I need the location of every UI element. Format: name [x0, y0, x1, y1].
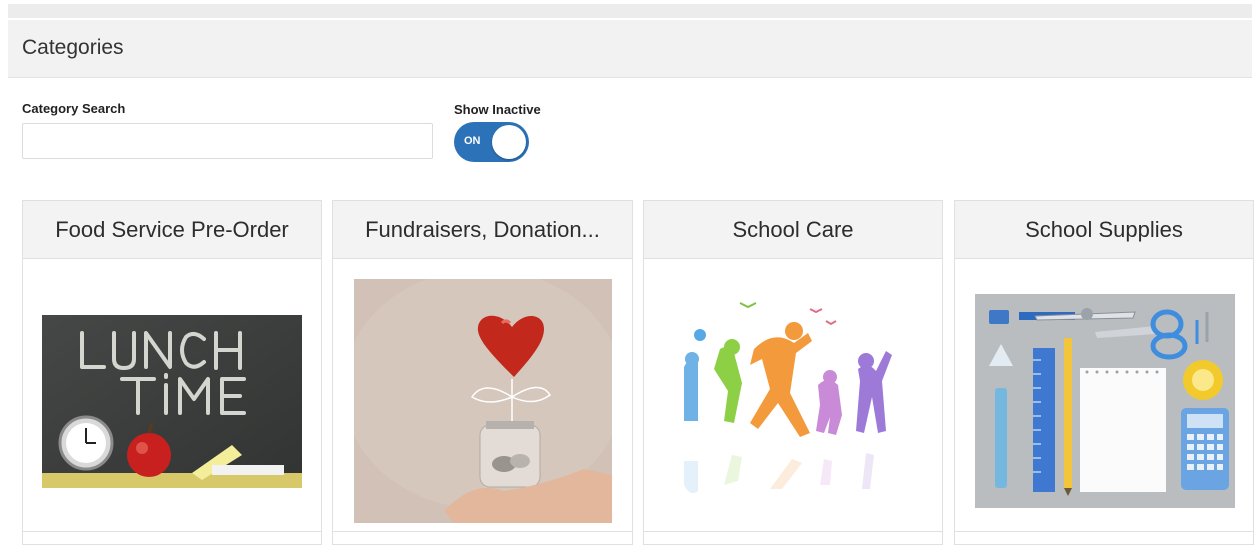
category-card-title: School Care [644, 201, 942, 259]
lunch-time-image [42, 315, 302, 488]
toggle-knob [492, 125, 526, 159]
show-inactive-toggle[interactable]: ON [454, 122, 529, 162]
category-card-title: Food Service Pre-Order [23, 201, 321, 259]
school-supplies-image [975, 294, 1235, 508]
page-title: Categories [22, 36, 124, 59]
card-footer [333, 531, 632, 532]
category-card-food-service[interactable]: Food Service Pre-Order [22, 200, 322, 545]
category-search-label: Category Search [22, 101, 126, 116]
card-footer [23, 531, 321, 532]
jumping-children-image [670, 289, 920, 519]
card-footer [644, 531, 942, 532]
category-card-fundraisers[interactable]: Fundraisers, Donation... [332, 200, 633, 545]
heart-coin-jar-image [354, 279, 612, 523]
card-footer [955, 531, 1253, 532]
show-inactive-label: Show Inactive [454, 102, 541, 117]
toggle-state-text: ON [464, 135, 481, 147]
category-card-title: School Supplies [955, 201, 1253, 259]
page-header: Categories [8, 20, 1252, 78]
top-strip [8, 4, 1252, 18]
category-card-school-care[interactable]: School Care [643, 200, 943, 545]
category-card-title: Fundraisers, Donation... [333, 201, 632, 259]
category-search-input[interactable] [22, 123, 433, 159]
category-card-school-supplies[interactable]: School Supplies [954, 200, 1254, 545]
